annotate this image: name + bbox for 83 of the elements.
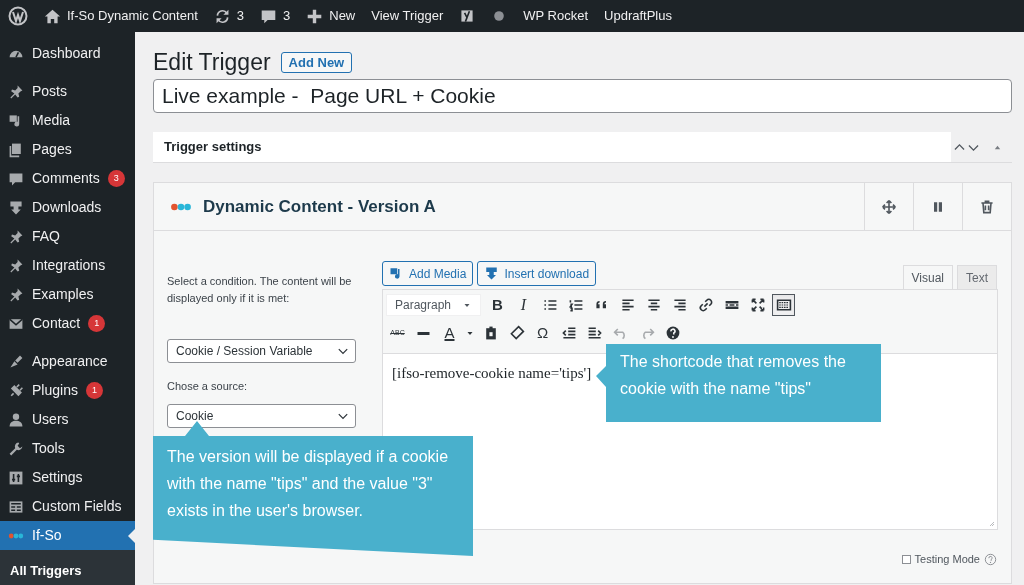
trash-icon[interactable] [979, 198, 995, 215]
toolbar-link[interactable]: New [306, 6, 356, 26]
editor-tab[interactable]: Visual [902, 265, 953, 289]
menu-item[interactable]: Tools [0, 434, 135, 463]
select-field[interactable]: Cookie [167, 403, 356, 428]
wrench-icon [8, 440, 24, 457]
title-field[interactable]: Live example - Page URL + Cookie [153, 79, 1012, 113]
format-dropdown[interactable]: Paragraph [386, 294, 481, 316]
count-badge: 1 [88, 315, 106, 332]
help-icon[interactable] [984, 552, 997, 566]
plus-icon [306, 7, 324, 25]
add-new-button[interactable]: Add New [280, 51, 353, 73]
bulleted-list-icon [541, 297, 558, 313]
y-logo-icon[interactable] [459, 8, 476, 24]
toolbar-link[interactable]: 3 [260, 6, 291, 26]
select-field[interactable]: Cookie / Session Variable [167, 339, 356, 363]
menu-item[interactable]: Settings [0, 463, 135, 492]
menu-item[interactable]: Contact 1 [0, 309, 135, 338]
toolbar-link[interactable]: UpdraftPlus [604, 6, 672, 26]
download-icon [8, 199, 24, 216]
table-icon [8, 498, 24, 515]
toolbar-button[interactable]: A [438, 322, 461, 344]
callout-bubble: The shortcode that removes the cookie with the name "tips" [596, 344, 881, 422]
menu-item[interactable]: Integrations [0, 251, 135, 280]
media-button[interactable]: Add Media [382, 261, 474, 286]
user-icon [8, 411, 24, 428]
menu-item[interactable]: Media [0, 106, 135, 135]
field-label: Chose a source: [167, 379, 249, 394]
move-arrows-icon[interactable] [881, 198, 897, 215]
editor-content: [ifso-remove-cookie name='tips'] [392, 364, 592, 383]
menu-item[interactable]: FAQ [0, 222, 135, 251]
toolbar-link[interactable]: WP Rocket [523, 6, 589, 26]
version-title: Dynamic Content - Version A [203, 195, 436, 218]
toolbar-button[interactable]: Ω [531, 322, 554, 344]
toolbar-button[interactable] [772, 294, 795, 316]
count-badge: 3 [107, 170, 125, 187]
menu-item[interactable]: Downloads [0, 193, 135, 222]
outdent-icon [560, 325, 577, 341]
page-title: Edit Trigger [153, 47, 271, 77]
plug-icon [8, 382, 24, 399]
panel-header[interactable]: Trigger settings [153, 132, 951, 162]
testing-mode-checkbox[interactable]: Testing Mode [901, 551, 997, 568]
house-icon [44, 7, 61, 25]
help-icon [664, 325, 681, 341]
eraser-icon [508, 325, 525, 341]
wordpress-logo-icon[interactable] [8, 6, 28, 26]
menu-item[interactable]: Pages [0, 135, 135, 164]
editor-tab[interactable]: Text [957, 265, 997, 289]
toolbar-button[interactable]: I [512, 294, 535, 316]
pages-icon [8, 141, 24, 158]
indent-icon [586, 325, 603, 341]
pushpin-icon [8, 286, 24, 303]
pushpin-icon [8, 257, 24, 274]
menu-item[interactable]: Comments 3 [0, 164, 135, 193]
fullscreen-icon [749, 297, 766, 313]
paintbrush-icon [8, 353, 24, 370]
toolbar-link[interactable]: If-So Dynamic Content [44, 6, 198, 26]
media-button[interactable]: Insert download [477, 261, 597, 286]
numbered-list-icon [567, 297, 584, 313]
menu-item[interactable]: Appearance [0, 347, 135, 376]
menu-item[interactable]: Dashboard [0, 39, 135, 68]
download-icon [484, 266, 500, 281]
link-icon [697, 297, 714, 313]
pushpin-icon [8, 83, 24, 100]
toolbar-button[interactable]: B [486, 294, 509, 316]
field-label: Select a condition. The content will be displayed only if it is met: [167, 274, 353, 306]
menu-item[interactable]: Posts [0, 77, 135, 106]
checkbox[interactable] [901, 554, 911, 564]
align-left-icon [619, 297, 636, 313]
speech-bubble-icon [8, 170, 24, 187]
toolbar-link[interactable]: View Trigger [371, 6, 444, 26]
align-right-icon [671, 297, 688, 313]
menu-item[interactable]: Users [0, 405, 135, 434]
pushpin-icon [8, 228, 24, 245]
menu-item[interactable]: Examples [0, 280, 135, 309]
menu-item[interactable]: If-So [0, 521, 135, 550]
align-center-icon [645, 297, 662, 313]
sliders-icon [8, 469, 24, 486]
menu-item[interactable]: Custom Fields [0, 492, 135, 521]
menu-item[interactable]: Plugins 1 [0, 376, 135, 405]
toolbar-link[interactable]: 3 [213, 6, 244, 26]
keyboard-icon [775, 297, 792, 313]
count-badge: 1 [85, 382, 103, 399]
